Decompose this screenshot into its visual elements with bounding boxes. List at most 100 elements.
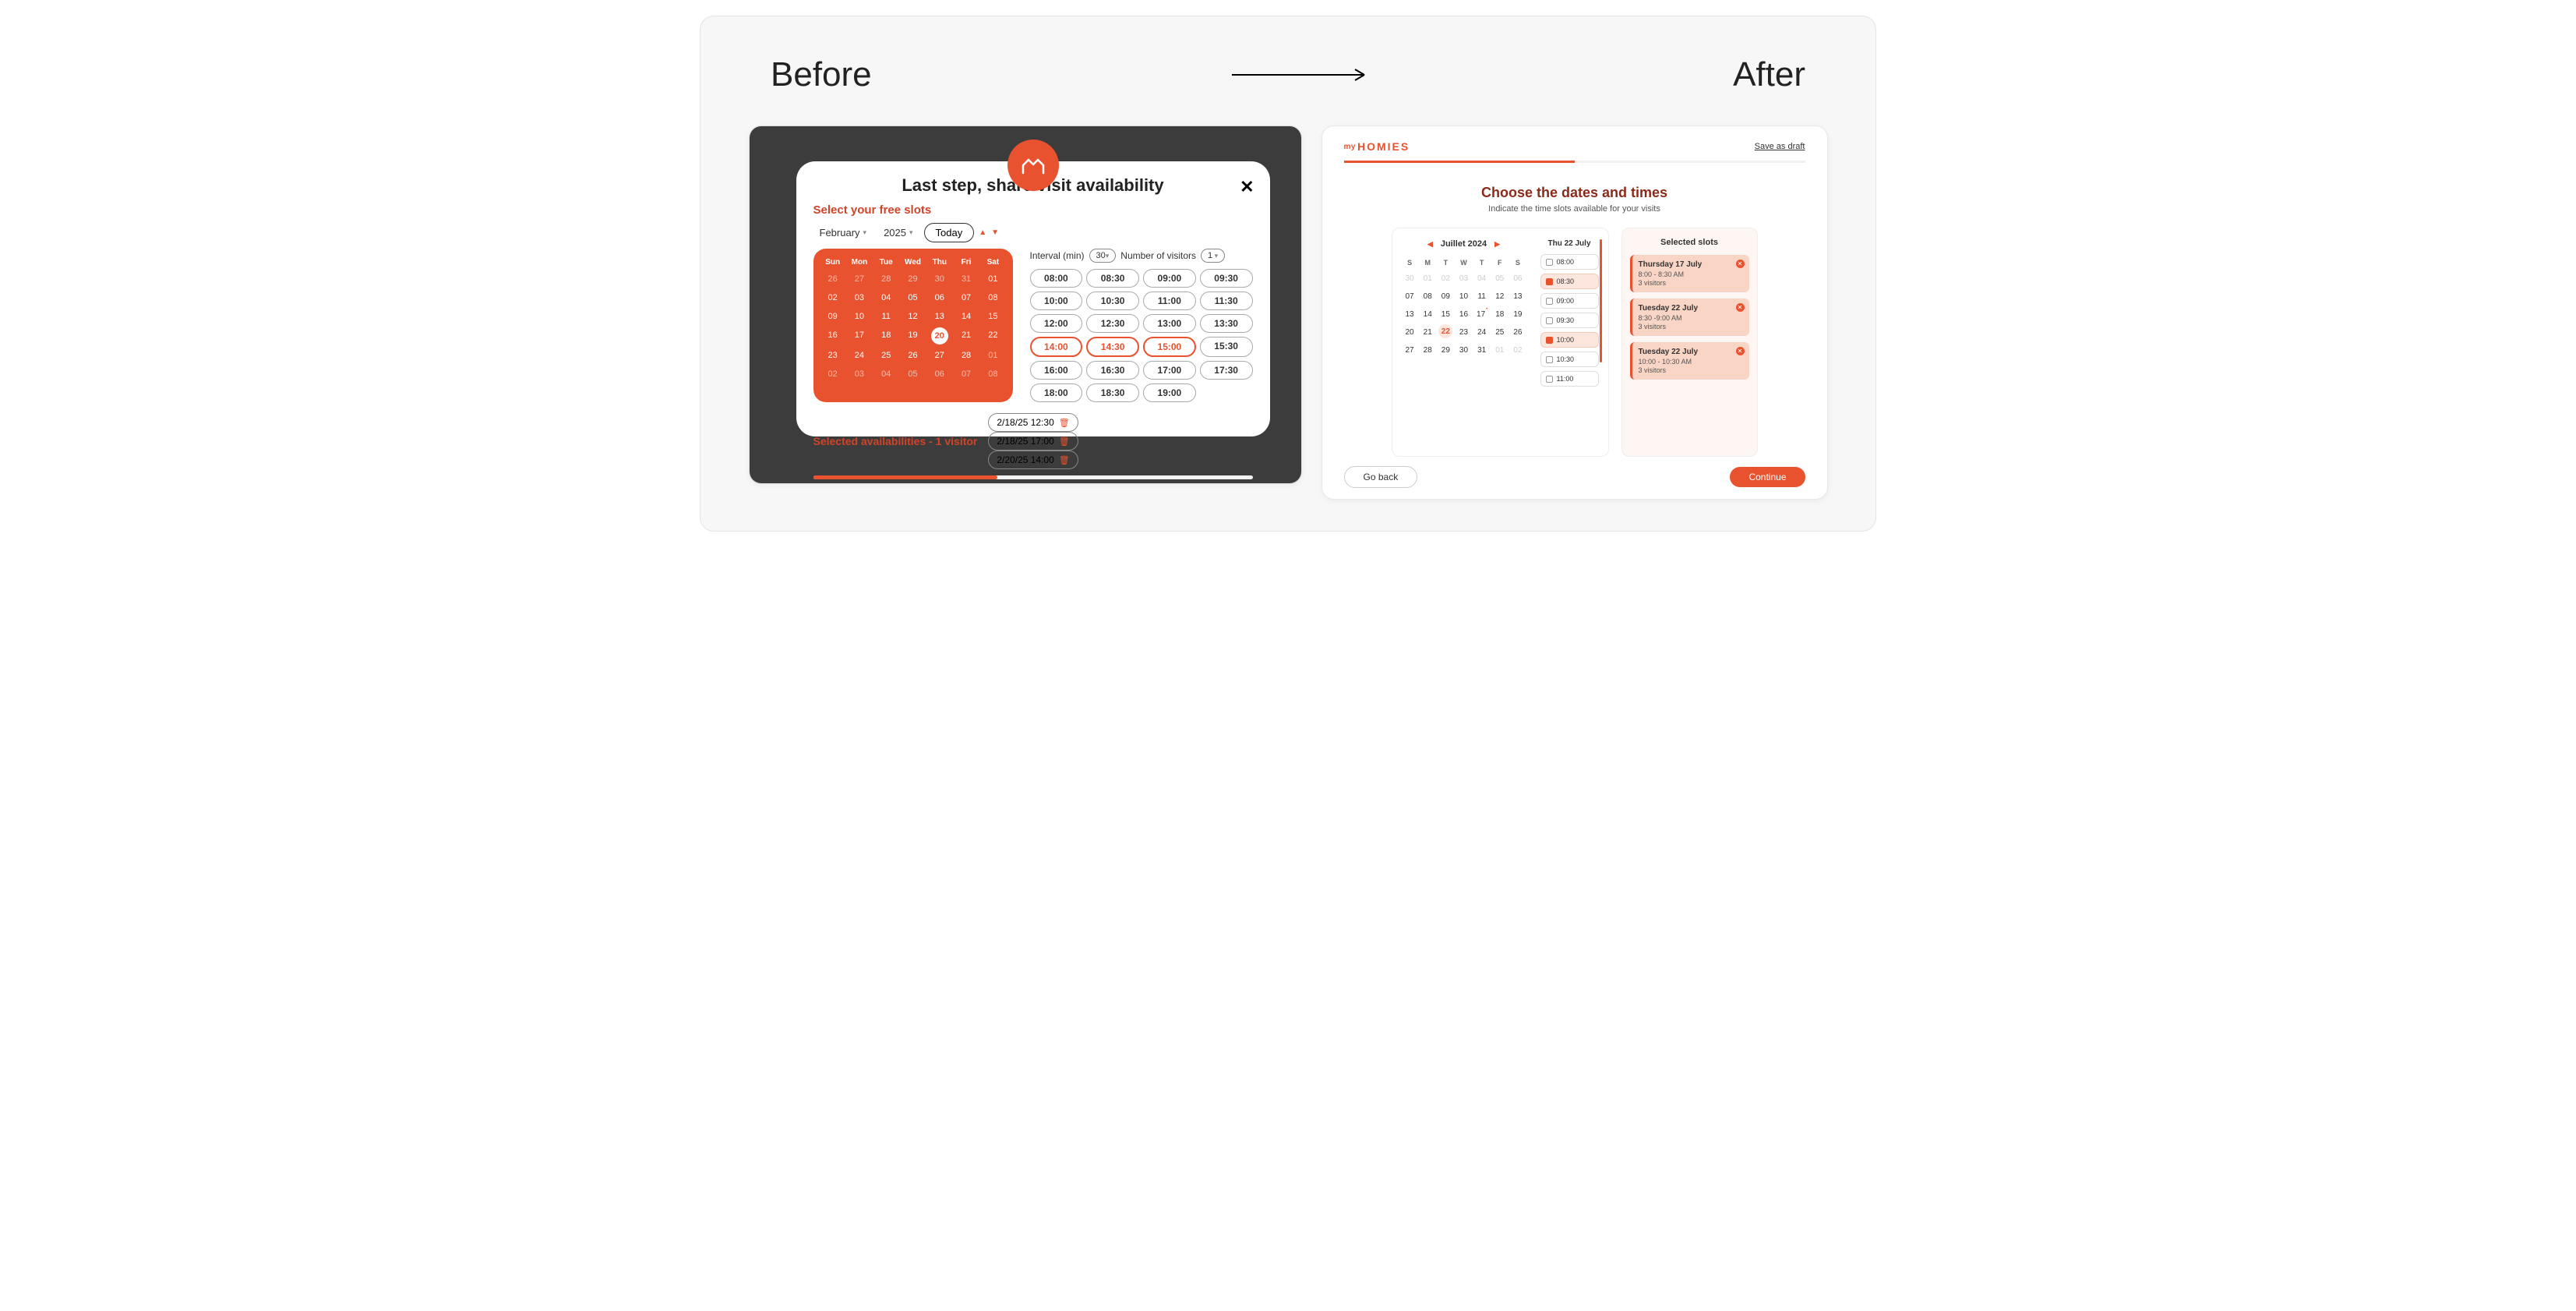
day-cell[interactable]: 08	[979, 288, 1006, 307]
go-back-button[interactable]: Go back	[1344, 466, 1418, 488]
today-button[interactable]: Today	[924, 223, 975, 242]
day-cell[interactable]: 30	[1456, 342, 1472, 359]
continue-button[interactable]: Continue	[1730, 467, 1805, 487]
day-cell[interactable]: 27	[846, 270, 873, 288]
day-cell[interactable]: 17	[846, 326, 873, 346]
day-cell[interactable]: 12	[899, 307, 926, 326]
time-chip[interactable]: 10:30	[1086, 292, 1139, 310]
close-icon[interactable]: ✕	[1240, 177, 1254, 197]
day-cell[interactable]: 15	[979, 307, 1006, 326]
day-cell[interactable]: 18	[873, 326, 899, 346]
caret-down-icon[interactable]: ▼	[991, 228, 999, 237]
day-cell[interactable]: 23	[820, 346, 846, 365]
trash-icon[interactable]: 🗑	[1059, 418, 1070, 428]
day-cell[interactable]: 02	[820, 288, 846, 307]
time-chip[interactable]: 09:00	[1143, 269, 1196, 288]
day-cell[interactable]: 15	[1438, 306, 1454, 323]
time-slot[interactable]: 08:00	[1540, 254, 1599, 270]
time-slot[interactable]: 08:30	[1540, 274, 1599, 289]
day-cell[interactable]: 09	[820, 307, 846, 326]
time-chip[interactable]: 17:30	[1200, 361, 1253, 380]
time-chip[interactable]: 14:00	[1030, 337, 1083, 357]
time-chip[interactable]: 14:30	[1086, 337, 1139, 357]
day-cell[interactable]: 10	[846, 307, 873, 326]
day-cell[interactable]: 07	[1402, 288, 1418, 305]
chevron-left-icon[interactable]: ◀	[1427, 240, 1433, 249]
day-cell[interactable]: 05	[1491, 270, 1508, 287]
interval-select[interactable]: 30▾	[1089, 249, 1117, 263]
day-cell[interactable]: 23	[1456, 324, 1472, 341]
day-cell[interactable]: 11	[873, 307, 899, 326]
day-cell[interactable]: 16	[820, 326, 846, 346]
day-cell[interactable]: 05	[899, 365, 926, 383]
time-chip[interactable]: 08:30	[1086, 269, 1139, 288]
time-chip[interactable]: 11:30	[1200, 292, 1253, 310]
day-cell[interactable]: 08	[1420, 288, 1436, 305]
time-slot[interactable]: 10:30	[1540, 352, 1599, 367]
day-cell[interactable]: 28	[953, 346, 979, 365]
time-slot[interactable]: 11:00	[1540, 371, 1599, 387]
day-cell[interactable]: 01	[1420, 270, 1436, 287]
trash-icon[interactable]: 🗑	[1059, 455, 1070, 465]
day-cell[interactable]: 20	[1402, 324, 1418, 341]
time-slot[interactable]: 09:00	[1540, 293, 1599, 309]
day-cell[interactable]: 26	[1509, 324, 1526, 341]
trash-icon[interactable]: 🗑	[1059, 436, 1070, 447]
day-cell[interactable]: 01	[979, 346, 1006, 365]
day-cell[interactable]: 19	[1509, 306, 1526, 323]
day-cell[interactable]: 24	[846, 346, 873, 365]
day-cell[interactable]: 11	[1473, 288, 1490, 305]
day-cell[interactable]: 26	[820, 270, 846, 288]
day-cell[interactable]: 27	[1402, 342, 1418, 359]
day-cell[interactable]: 18	[1491, 306, 1508, 323]
day-cell[interactable]: 13	[926, 307, 953, 326]
time-chip[interactable]: 15:30	[1200, 337, 1253, 357]
day-cell[interactable]: 02	[1509, 342, 1526, 359]
time-chip[interactable]: 18:30	[1086, 383, 1139, 402]
day-cell[interactable]: 07	[953, 365, 979, 383]
day-cell[interactable]: 16	[1456, 306, 1472, 323]
day-cell[interactable]: 03	[846, 288, 873, 307]
day-cell[interactable]: 24	[1473, 324, 1490, 341]
day-cell[interactable]: 04	[873, 288, 899, 307]
day-cell[interactable]: 07	[953, 288, 979, 307]
chevron-right-icon[interactable]: ▶	[1494, 240, 1500, 249]
day-cell[interactable]: 06	[1509, 270, 1526, 287]
day-cell[interactable]: 21	[953, 326, 979, 346]
day-cell[interactable]: 29	[1438, 342, 1454, 359]
time-chip[interactable]: 11:00	[1143, 292, 1196, 310]
day-cell[interactable]: 13	[1509, 288, 1526, 305]
day-cell[interactable]: 09	[1438, 288, 1454, 305]
day-cell[interactable]: 28	[1420, 342, 1436, 359]
time-chip[interactable]: 15:00	[1143, 337, 1196, 357]
time-chip[interactable]: 13:00	[1143, 314, 1196, 333]
day-cell[interactable]: 26	[899, 346, 926, 365]
day-cell[interactable]: 06	[926, 365, 953, 383]
day-cell[interactable]: 12	[1491, 288, 1508, 305]
time-chip[interactable]: 09:30	[1200, 269, 1253, 288]
visitors-select[interactable]: 1 ▾	[1201, 249, 1225, 263]
day-cell[interactable]: 13	[1402, 306, 1418, 323]
day-cell[interactable]: 17	[1473, 306, 1490, 323]
day-cell[interactable]: 30	[926, 270, 953, 288]
time-chip[interactable]: 18:00	[1030, 383, 1083, 402]
day-cell[interactable]: 28	[873, 270, 899, 288]
remove-slot-icon[interactable]: ✕	[1736, 347, 1745, 355]
time-chip[interactable]: 16:30	[1086, 361, 1139, 380]
scrollbar[interactable]	[1600, 239, 1602, 362]
remove-slot-icon[interactable]: ✕	[1736, 260, 1745, 268]
time-chip[interactable]: 10:00	[1030, 292, 1083, 310]
day-cell[interactable]: 25	[1491, 324, 1508, 341]
time-chip[interactable]: 12:00	[1030, 314, 1083, 333]
day-cell[interactable]: 10	[1456, 288, 1472, 305]
day-cell[interactable]: 20	[931, 327, 948, 345]
time-slot[interactable]: 10:00	[1540, 332, 1599, 348]
time-chip[interactable]: 16:00	[1030, 361, 1083, 380]
day-cell[interactable]: 22	[1438, 324, 1452, 338]
day-cell[interactable]: 02	[820, 365, 846, 383]
day-cell[interactable]: 25	[873, 346, 899, 365]
day-cell[interactable]: 31	[953, 270, 979, 288]
time-chip[interactable]: 19:00	[1143, 383, 1196, 402]
day-cell[interactable]: 04	[1473, 270, 1490, 287]
day-cell[interactable]: 29	[899, 270, 926, 288]
